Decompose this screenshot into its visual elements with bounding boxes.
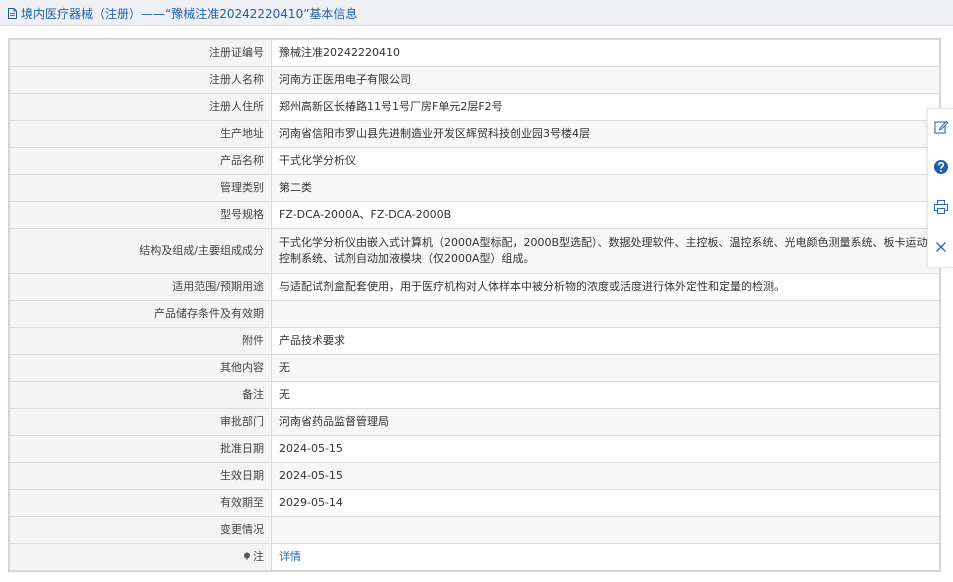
row-value: 河南省药品监督管理局	[271, 408, 940, 436]
table-row: 批准日期 2024-05-15	[9, 435, 940, 463]
document-icon	[8, 8, 17, 19]
page-title-text: 境内医疗器械（注册）——“豫械注准20242220410”基本信息	[21, 7, 358, 21]
note-label-text: 注	[253, 550, 264, 563]
row-value: 干式化学分析仪由嵌入式计算机（2000A型标配，2000B型选配）、数据处理软件…	[271, 228, 940, 274]
row-label: 注册人名称	[9, 66, 272, 94]
table-row: 结构及组成/主要组成成分 干式化学分析仪由嵌入式计算机（2000A型标配，200…	[9, 228, 940, 274]
side-toolbar	[927, 108, 953, 268]
title-bar: 境内医疗器械（注册）——“豫械注准20242220410”基本信息	[0, 0, 953, 26]
table-row: 变更情况	[9, 516, 940, 544]
row-value	[271, 300, 940, 328]
page-title: 境内医疗器械（注册）——“豫械注准20242220410”基本信息	[6, 5, 357, 22]
row-value: FZ-DCA-2000A、FZ-DCA-2000B	[271, 201, 940, 229]
table-row: 有效期至 2029-05-14	[9, 489, 940, 517]
table-row: 注册证编号 豫械注准20242220410	[9, 39, 940, 67]
row-label: 管理类别	[9, 174, 272, 202]
table-row: 审批部门 河南省药品监督管理局	[9, 408, 940, 436]
table-row: 附件 产品技术要求	[9, 327, 940, 355]
pin-icon	[244, 552, 250, 561]
info-table: 注册证编号 豫械注准20242220410 注册人名称 河南方正医用电子有限公司…	[9, 39, 940, 571]
row-label: 生效日期	[9, 462, 272, 490]
row-value: 干式化学分析仪	[271, 147, 940, 175]
table-row: 适用范围/预期用途 与适配试剂盒配套使用，用于医疗机构对人体样本中被分析物的浓度…	[9, 273, 940, 301]
row-value: 2024-05-15	[271, 435, 940, 463]
table-row: 产品名称 干式化学分析仪	[9, 147, 940, 175]
row-label: 审批部门	[9, 408, 272, 436]
row-value: 豫械注准20242220410	[271, 39, 940, 67]
row-value	[271, 516, 940, 544]
table-row: 其他内容 无	[9, 354, 940, 382]
row-label: 注册人住所	[9, 93, 272, 121]
edit-icon[interactable]	[933, 119, 949, 135]
row-label: 批准日期	[9, 435, 272, 463]
table-row: 备注 无	[9, 381, 940, 409]
table-row: 型号规格 FZ-DCA-2000A、FZ-DCA-2000B	[9, 201, 940, 229]
table-row-note: 注 详情	[9, 543, 940, 571]
table-row: 生产地址 河南省信阳市罗山县先进制造业开发区辉贸科技创业园3号楼4层	[9, 120, 940, 148]
close-icon[interactable]	[933, 239, 949, 255]
row-value: 河南省信阳市罗山县先进制造业开发区辉贸科技创业园3号楼4层	[271, 120, 940, 148]
row-value: 河南方正医用电子有限公司	[271, 66, 940, 94]
row-label: 附件	[9, 327, 272, 355]
row-value: 与适配试剂盒配套使用，用于医疗机构对人体样本中被分析物的浓度或活度进行体外定性和…	[271, 273, 940, 301]
detail-link[interactable]: 详情	[279, 550, 301, 563]
table-row: 注册人名称 河南方正医用电子有限公司	[9, 66, 940, 94]
info-table-container: 注册证编号 豫械注准20242220410 注册人名称 河南方正医用电子有限公司…	[8, 38, 941, 572]
row-value: 无	[271, 354, 940, 382]
row-label: 产品名称	[9, 147, 272, 175]
row-value: 无	[271, 381, 940, 409]
row-value: 郑州高新区长椿路11号1号厂房F单元2层F2号	[271, 93, 940, 121]
table-row: 管理类别 第二类	[9, 174, 940, 202]
row-label: 变更情况	[9, 516, 272, 544]
row-label: 适用范围/预期用途	[9, 273, 272, 301]
row-label: 备注	[9, 381, 272, 409]
row-label: 型号规格	[9, 201, 272, 229]
row-value: 第二类	[271, 174, 940, 202]
row-label: 生产地址	[9, 120, 272, 148]
row-label: 注册证编号	[9, 39, 272, 67]
print-icon[interactable]	[933, 199, 949, 215]
table-row: 生效日期 2024-05-15	[9, 462, 940, 490]
note-label: 注	[9, 543, 272, 571]
table-row: 产品储存条件及有效期	[9, 300, 940, 328]
row-label: 产品储存条件及有效期	[9, 300, 272, 328]
row-value: 产品技术要求	[271, 327, 940, 355]
note-value: 详情	[271, 543, 940, 571]
help-icon[interactable]	[933, 159, 949, 175]
table-row: 注册人住所 郑州高新区长椿路11号1号厂房F单元2层F2号	[9, 93, 940, 121]
row-value: 2024-05-15	[271, 462, 940, 490]
row-value: 2029-05-14	[271, 489, 940, 517]
row-label: 有效期至	[9, 489, 272, 517]
row-label: 其他内容	[9, 354, 272, 382]
row-label: 结构及组成/主要组成成分	[9, 228, 272, 274]
